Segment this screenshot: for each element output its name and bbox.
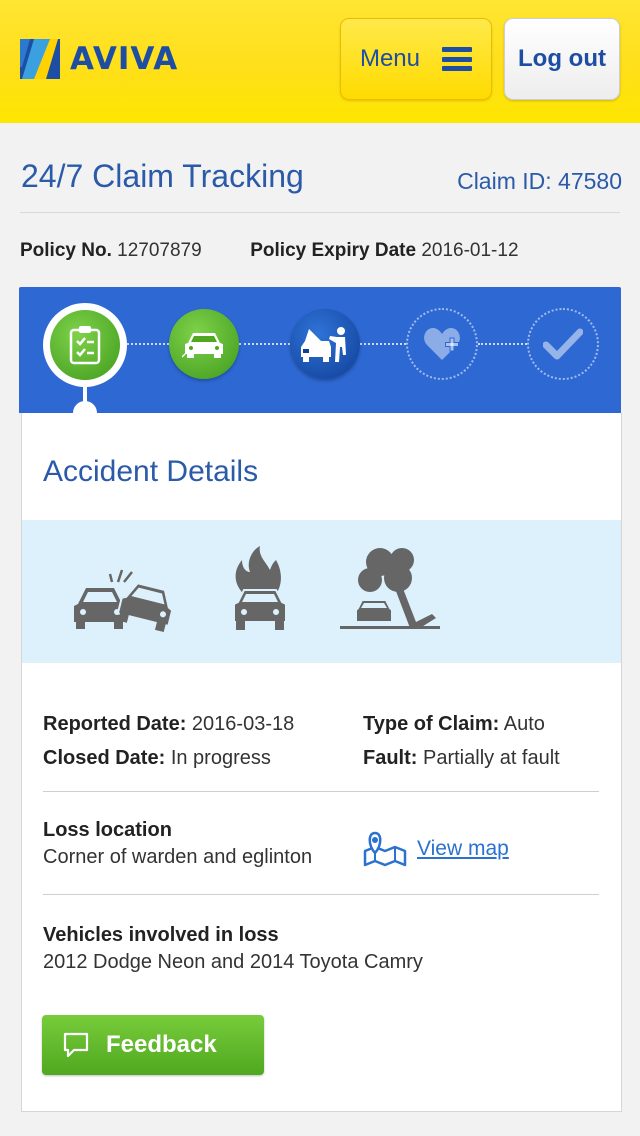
- checkmark-icon: [543, 328, 583, 360]
- accident-details-card: Accident Details Reported Date: 2016-03-…: [21, 413, 622, 1112]
- step-accident[interactable]: [169, 309, 239, 379]
- view-map-label: View map: [417, 837, 509, 860]
- claim-progress-tracker: [19, 287, 621, 413]
- claim-id: Claim ID: 47580: [457, 168, 622, 194]
- vehicles-value: 2012 Dodge Neon and 2014 Toyota Camry: [43, 951, 423, 973]
- page-title: 24/7 Claim Tracking: [21, 158, 304, 194]
- car-fire-icon: [233, 546, 287, 630]
- heart-plus-icon: [424, 328, 460, 360]
- claim-type-label: Type of Claim:: [363, 713, 500, 735]
- progress-connector: [127, 343, 169, 345]
- fault-label: Fault:: [363, 747, 418, 769]
- menu-label: Menu: [359, 45, 421, 72]
- policy-expiry-label: Policy Expiry Date: [250, 240, 417, 261]
- incident-type-band: [22, 520, 621, 663]
- speech-bubble-icon: [63, 1032, 89, 1058]
- reported-date-row: Reported Date: 2016-03-18: [43, 707, 294, 741]
- reported-date-value: 2016-03-18: [191, 713, 295, 735]
- clipboard-icon: [69, 326, 101, 365]
- map-pin-icon: [363, 831, 407, 867]
- aviva-logo[interactable]: AVIVA: [20, 39, 178, 79]
- loss-location-label: Loss location: [43, 819, 172, 841]
- claim-details-left: Reported Date: 2016-03-18 Closed Date: I…: [43, 707, 294, 775]
- menu-button[interactable]: Menu: [340, 18, 492, 100]
- tree-fall-icon: [340, 548, 440, 629]
- claim-type-row: Type of Claim: Auto: [363, 707, 560, 741]
- feedback-button[interactable]: Feedback: [42, 1015, 264, 1075]
- divider: [43, 791, 599, 792]
- claim-details-right: Type of Claim: Auto Fault: Partially at …: [363, 707, 560, 775]
- fault-value: Partially at fault: [423, 747, 560, 769]
- fault-row: Fault: Partially at fault: [363, 741, 560, 775]
- progress-connector: [478, 343, 527, 345]
- reported-date-label: Reported Date:: [43, 713, 187, 735]
- active-step-pointer-cap: [73, 401, 97, 413]
- aviva-logo-mark-icon: [20, 39, 60, 79]
- loss-location-value: Corner of warden and eglinton: [43, 846, 313, 868]
- logo-text: AVIVA: [70, 41, 179, 77]
- claim-type-value: Auto: [503, 713, 545, 735]
- title-divider: [20, 212, 620, 213]
- policy-expiry-value: 2016-01-12: [421, 240, 519, 261]
- car-crash-icon: [182, 333, 223, 358]
- policy-number-label: Policy No.: [20, 240, 112, 261]
- mechanic-icon: [301, 327, 346, 362]
- step-complete[interactable]: [527, 308, 599, 380]
- step-medical[interactable]: [406, 308, 478, 380]
- app-header: AVIVA Menu Log out: [0, 0, 640, 123]
- hamburger-icon: [442, 47, 473, 71]
- section-title: Accident Details: [43, 455, 259, 488]
- closed-date-value: In progress: [170, 747, 271, 769]
- vehicles-label: Vehicles involved in loss: [43, 924, 279, 946]
- feedback-label: Feedback: [106, 1031, 217, 1058]
- view-map-link[interactable]: View map: [363, 831, 509, 867]
- collision-icon: [74, 569, 172, 632]
- step-report[interactable]: [43, 303, 127, 387]
- progress-connector: [239, 343, 290, 345]
- policy-number-value: 12707879: [117, 240, 202, 261]
- progress-connector: [360, 343, 406, 345]
- divider: [43, 894, 599, 895]
- closed-date-row: Closed Date: In progress: [43, 741, 294, 775]
- step-repair[interactable]: [290, 309, 360, 379]
- closed-date-label: Closed Date:: [43, 747, 166, 769]
- policy-info: Policy No. 12707879 Policy Expiry Date 2…: [20, 240, 519, 262]
- logout-button[interactable]: Log out: [504, 18, 620, 100]
